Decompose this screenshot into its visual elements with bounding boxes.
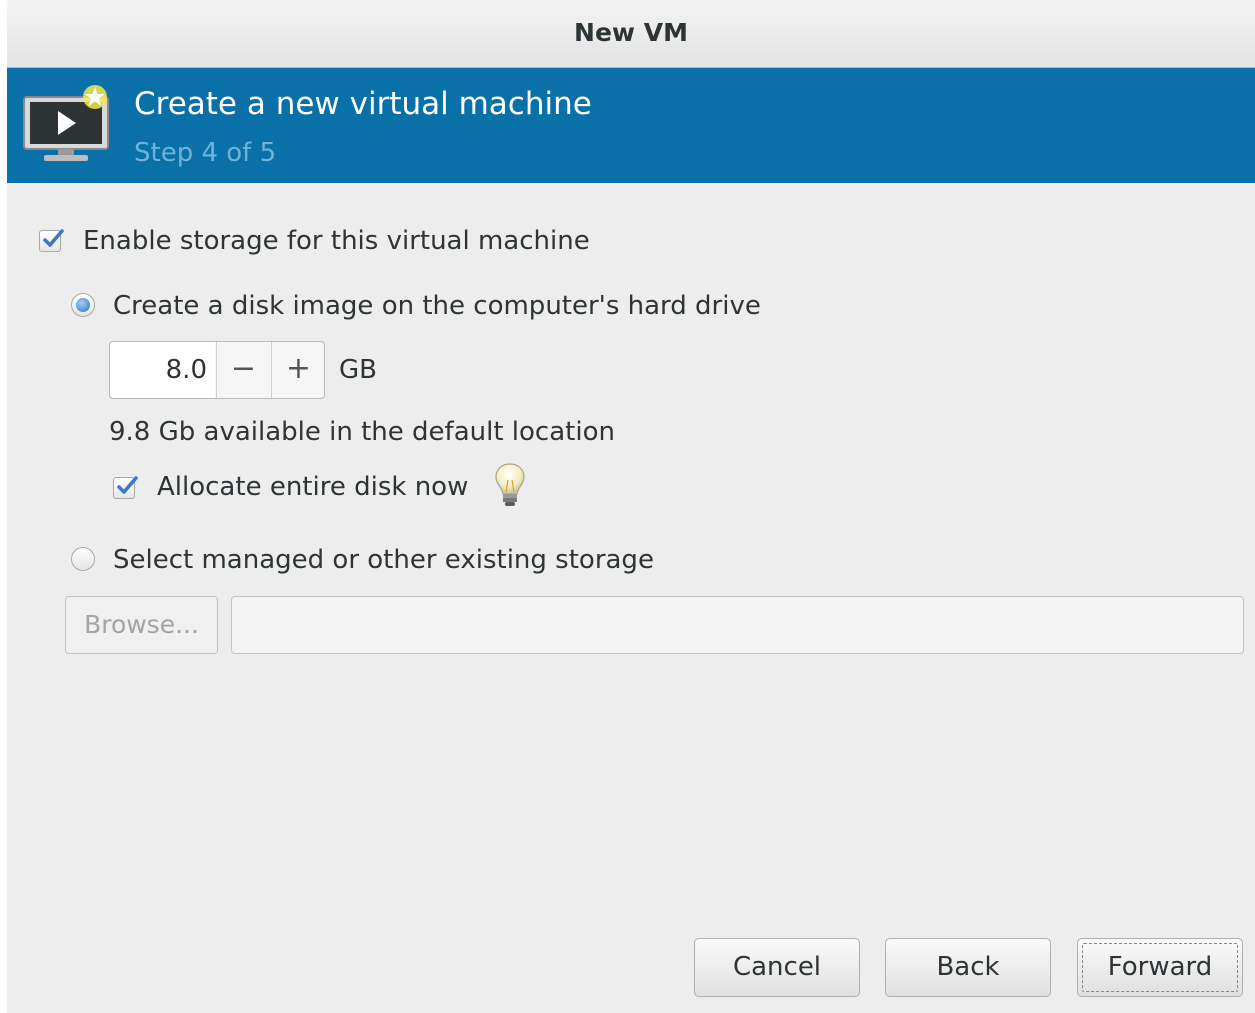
existing-storage-radio[interactable] — [71, 547, 95, 571]
create-disk-radio[interactable] — [71, 293, 95, 317]
available-space-text: 9.8 Gb available in the default location — [109, 417, 615, 447]
create-disk-label[interactable]: Create a disk image on the computer's ha… — [113, 291, 761, 321]
forward-button[interactable]: Forward — [1077, 938, 1243, 997]
browse-button[interactable]: Browse... — [65, 596, 218, 654]
disk-size-value[interactable]: 8.0 — [110, 342, 215, 398]
vm-monitor-icon — [23, 85, 109, 161]
back-button[interactable]: Back — [885, 938, 1051, 997]
wizard-heading: Create a new virtual machine — [134, 86, 592, 122]
wizard-step: Step 4 of 5 — [134, 138, 277, 168]
allocate-disk-label[interactable]: Allocate entire disk now — [157, 472, 468, 502]
window-title: New VM — [574, 18, 688, 47]
enable-storage-label[interactable]: Enable storage for this virtual machine — [83, 226, 590, 256]
existing-storage-label[interactable]: Select managed or other existing storage — [113, 545, 654, 575]
cancel-button[interactable]: Cancel — [694, 938, 860, 997]
allocate-disk-checkbox[interactable] — [113, 476, 138, 499]
wizard-banner: Create a new virtual machine Step 4 of 5 — [7, 68, 1255, 183]
disk-size-spinbutton[interactable]: 8.0 − + — [109, 341, 325, 399]
new-vm-window: New VM Create a new virtual machine Step… — [7, 0, 1255, 1013]
decrement-button[interactable]: − — [216, 342, 270, 398]
lightbulb-icon — [495, 463, 525, 506]
title-bar[interactable]: New VM — [7, 0, 1255, 68]
disk-size-unit: GB — [339, 355, 377, 385]
storage-path-input[interactable] — [231, 596, 1244, 654]
enable-storage-checkbox[interactable] — [39, 229, 64, 252]
checkmark-icon — [117, 476, 138, 494]
increment-button[interactable]: + — [271, 342, 325, 398]
checkmark-icon — [43, 229, 64, 247]
